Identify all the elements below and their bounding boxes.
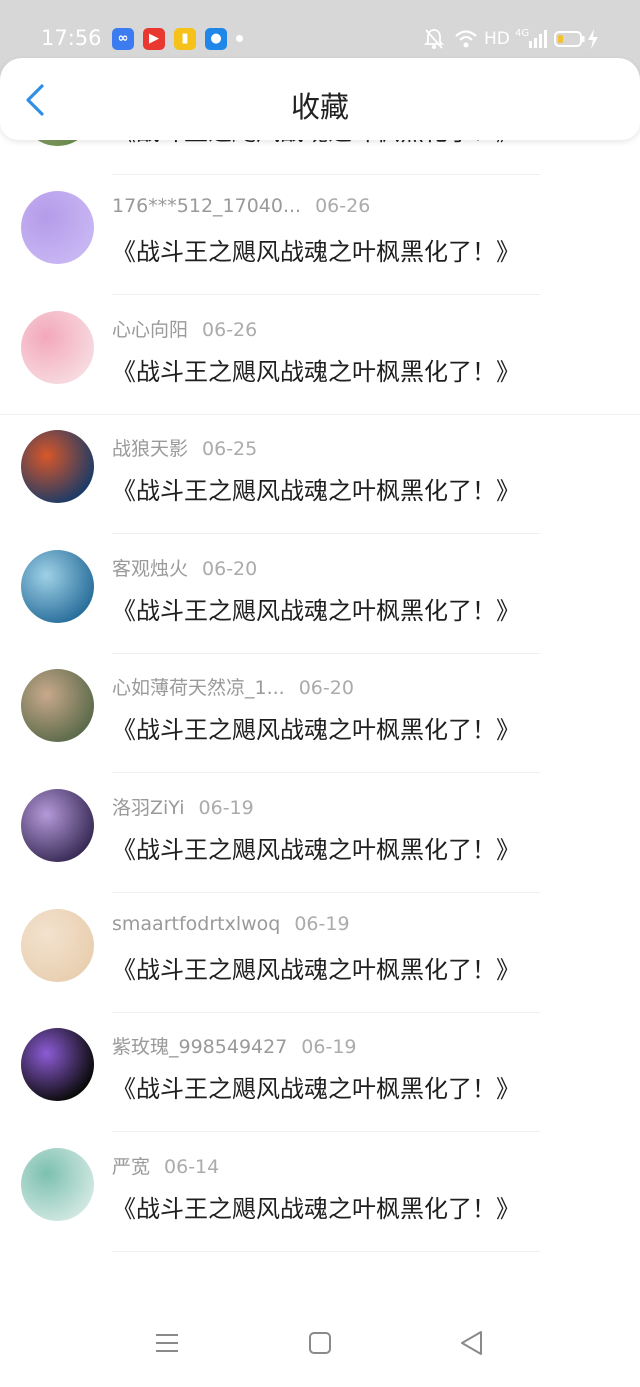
bell-muted-icon: [424, 29, 444, 49]
work-title[interactable]: 《战斗王之飓风战魂之叶枫黑化了！》: [112, 1189, 520, 1224]
avatar[interactable]: [21, 1147, 94, 1221]
video-app-icon-glyph: ▶: [149, 31, 159, 46]
menu-icon: [156, 1334, 178, 1352]
work-title[interactable]: 《战斗王之飓风战魂之叶枫黑化了！》: [112, 232, 520, 267]
divider: [112, 1011, 540, 1013]
item-meta: 心如薄荷天然凉_1... 06-20: [112, 673, 354, 700]
wifi-icon: [455, 30, 477, 48]
chat-app-icon: ●: [205, 28, 227, 50]
user-name[interactable]: 心如薄荷天然凉_1...: [112, 673, 285, 700]
notes-app-icon-glyph: ▮: [181, 31, 189, 46]
page-title: 收藏: [290, 90, 349, 124]
divider: [112, 891, 540, 893]
user-name[interactable]: 客观烛火: [112, 554, 188, 581]
item-meta: 严宽 06-14: [112, 1152, 219, 1179]
signal-bars-icon: [529, 30, 547, 48]
item-meta: 战狼天影 06-25: [112, 434, 257, 461]
user-name[interactable]: 心心向阳: [112, 315, 188, 342]
favorite-item[interactable]: 战狼天影 06-25 《战斗王之飓风战魂之叶枫黑化了！》: [0, 421, 640, 541]
battery-icon: [554, 31, 585, 47]
divider: [112, 294, 540, 295]
app-header: 收藏: [0, 58, 640, 140]
work-title[interactable]: 《战斗王之飓风战魂之叶枫黑化了！》: [112, 1069, 520, 1104]
work-title[interactable]: 《战斗王之飓风战魂之叶枫黑化了！》: [112, 352, 520, 387]
date-label: 06-14: [164, 1155, 220, 1178]
avatar[interactable]: [21, 669, 94, 743]
infinity-app-icon: ∞: [112, 28, 134, 50]
date-label: 06-20: [202, 557, 258, 580]
home-button[interactable]: [305, 1328, 335, 1358]
back-nav-button[interactable]: [457, 1328, 487, 1358]
avatar[interactable]: [21, 788, 94, 862]
date-label: 06-25: [202, 438, 258, 461]
date-label: 06-26: [315, 195, 371, 217]
user-name[interactable]: 战狼天影: [112, 434, 188, 461]
favorite-item[interactable]: 客观烛火 06-20 《战斗王之飓风战魂之叶枫黑化了！》: [0, 541, 640, 661]
user-name[interactable]: smaartfodrtxlwoq: [112, 913, 280, 935]
status-indicators: HD 4G: [424, 28, 600, 50]
divider: [112, 652, 540, 654]
status-time: 17:56: [41, 26, 102, 50]
infinity-app-icon-glyph: ∞: [117, 31, 129, 46]
user-name[interactable]: 洛羽ZiYi: [112, 793, 185, 820]
item-meta: 洛羽ZiYi 06-19: [112, 793, 254, 820]
avatar[interactable]: [21, 908, 94, 982]
back-triangle-icon: [461, 1331, 482, 1355]
item-meta: 176***512_17040... 06-26: [112, 195, 370, 217]
favorite-item[interactable]: 严宽 06-14 《战斗王之飓风战魂之叶枫黑化了！》: [0, 1139, 640, 1259]
item-meta: 客观烛火 06-20: [112, 554, 257, 581]
date-label: 06-19: [294, 912, 350, 935]
menu-button[interactable]: [152, 1328, 182, 1358]
divider: [112, 174, 540, 175]
item-meta: smaartfodrtxlwoq 06-19: [112, 913, 350, 935]
divider: [0, 413, 640, 415]
work-title[interactable]: 《战斗王之飓风战魂之叶枫黑化了！》: [112, 471, 520, 506]
favorite-item[interactable]: 176***512_17040... 06-26 《战斗王之飓风战魂之叶枫黑化了！》: [0, 182, 640, 302]
signal-type-label: 4G: [515, 28, 530, 39]
work-title[interactable]: 《战斗王之飓风战魂之叶枫黑化了！》: [112, 950, 520, 985]
avatar[interactable]: [21, 549, 94, 623]
favorite-item[interactable]: 心心向阳 06-26 《战斗王之飓风战魂之叶枫黑化了！》: [0, 302, 640, 422]
network-hd-label: HD: [484, 29, 510, 49]
date-label: 06-26: [202, 318, 258, 341]
divider: [112, 1131, 540, 1133]
work-title[interactable]: 《战斗王之飓风战魂之叶枫黑化了！》: [112, 591, 520, 626]
notes-app-icon: ▮: [174, 28, 196, 50]
system-nav-bar: [0, 1300, 640, 1387]
charging-bolt-icon: [588, 29, 598, 49]
avatar[interactable]: [21, 310, 94, 384]
chat-app-icon-glyph: ●: [210, 31, 222, 46]
work-title[interactable]: 《战斗王之飓风战魂之叶枫黑化了！》: [112, 830, 520, 865]
user-name[interactable]: 严宽: [112, 1152, 150, 1179]
favorites-list: 地球游荡戏场06-26《战斗王之飓风战魂之叶枫黑化了！》176***512_17…: [0, 73, 640, 1259]
date-label: 06-19: [301, 1036, 357, 1059]
favorite-item[interactable]: 心如薄荷天然凉_1... 06-20 《战斗王之飓风战魂之叶枫黑化了！》: [0, 660, 640, 780]
work-title[interactable]: 《战斗王之飓风战魂之叶枫黑化了！》: [112, 710, 520, 745]
favorite-item[interactable]: 紫玫瑰_998549427 06-19 《战斗王之飓风战魂之叶枫黑化了！》: [0, 1019, 640, 1139]
item-meta: 紫玫瑰_998549427 06-19: [112, 1032, 357, 1059]
avatar[interactable]: [21, 191, 94, 264]
favorite-item[interactable]: smaartfodrtxlwoq 06-19 《战斗王之飓风战魂之叶枫黑化了！》: [0, 900, 640, 1020]
home-square-icon: [309, 1332, 331, 1354]
video-app-icon: ▶: [143, 28, 165, 50]
item-meta: 心心向阳 06-26: [112, 315, 257, 342]
more-notifications-dot-icon: [236, 35, 243, 42]
divider: [112, 533, 540, 535]
avatar[interactable]: [21, 1028, 94, 1102]
divider: [112, 1250, 540, 1252]
date-label: 06-20: [298, 677, 354, 700]
user-name[interactable]: 176***512_17040...: [112, 195, 301, 217]
date-label: 06-19: [198, 796, 254, 819]
avatar[interactable]: [21, 430, 94, 504]
divider: [112, 772, 540, 774]
favorite-item[interactable]: 洛羽ZiYi 06-19 《战斗王之飓风战魂之叶枫黑化了！》: [0, 780, 640, 900]
user-name[interactable]: 紫玫瑰_998549427: [112, 1032, 287, 1059]
